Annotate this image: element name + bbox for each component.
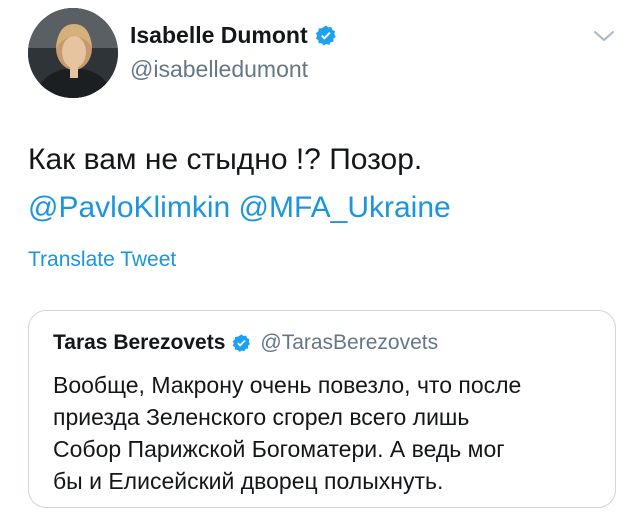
verified-badge-icon	[233, 333, 251, 352]
quoted-author-name: Taras Berezovets	[53, 331, 226, 354]
author-display-name[interactable]: Isabelle Dumont	[130, 22, 308, 49]
mention-mfa-ukraine[interactable]: @MFA_Ukraine	[239, 191, 451, 224]
quoted-tweet-header: Taras Berezovets @TarasBerezovets	[53, 331, 591, 355]
quoted-text-line: бы и Елисейский дворец полыхнуть.	[53, 468, 444, 494]
author-handle[interactable]: @isabelledumont	[130, 56, 308, 83]
mention-pavloklimkin[interactable]: @PavloKlimkin	[28, 191, 230, 224]
quoted-author-handle: @TarasBerezovets	[260, 331, 439, 354]
author-avatar[interactable]	[28, 8, 118, 98]
chevron-down-icon[interactable]	[592, 28, 616, 44]
verified-badge-icon	[315, 25, 336, 45]
tweet-mentions: @PavloKlimkin @MFA_Ukraine	[28, 188, 451, 228]
translate-tweet-link[interactable]: Translate Tweet	[28, 248, 176, 272]
quoted-text-line: Собор Парижской Богоматери. А ведь мог	[53, 436, 505, 462]
quoted-tweet-card[interactable]: Taras Berezovets @TarasBerezovets Вообще…	[28, 310, 616, 508]
author-name-row: Isabelle Dumont	[130, 22, 338, 49]
tweet-text: Как вам не стыдно !? Позор.	[28, 143, 423, 176]
quoted-text-line: приезда Зеленского сгорел всего лишь	[53, 404, 470, 430]
quoted-tweet-text: Вообще, Макрону очень повезло, что после…	[53, 369, 591, 497]
avatar-photo	[28, 8, 118, 98]
quoted-text-line: Вообще, Макрону очень повезло, что после	[53, 372, 522, 398]
